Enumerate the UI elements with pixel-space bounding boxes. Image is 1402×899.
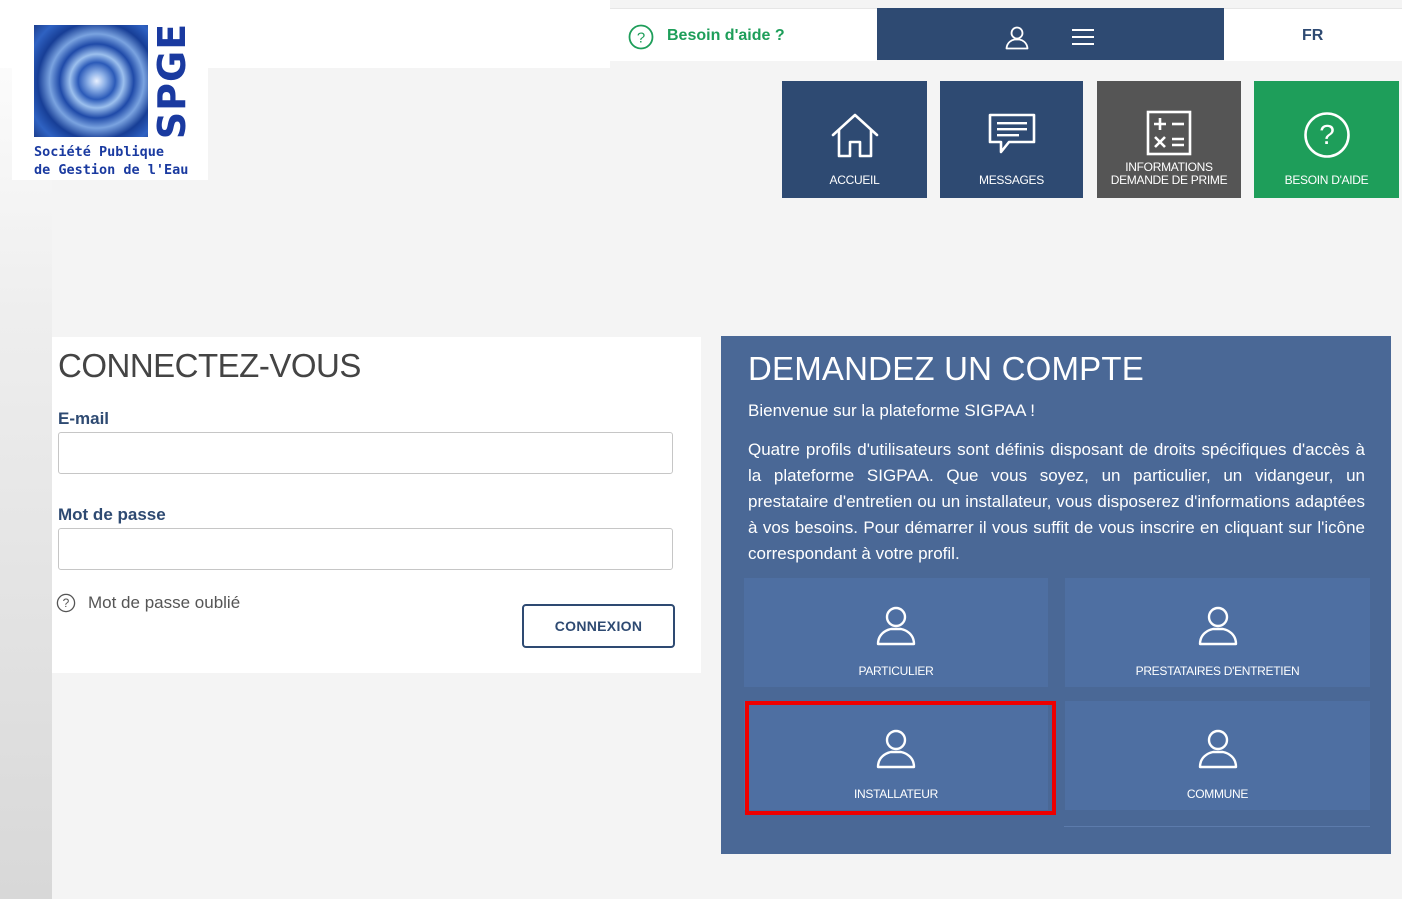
email-label: E-mail — [58, 409, 110, 428]
tile-besoin-aide[interactable]: ? BESOIN D'AIDE — [1254, 81, 1399, 198]
logo-line-1: Société Publique — [34, 144, 165, 160]
language-selector[interactable]: FR — [1224, 8, 1402, 61]
profile-commune[interactable]: COMMUNE — [1065, 701, 1370, 810]
profile-particulier[interactable]: PARTICULIER — [744, 578, 1048, 687]
user-icon — [1198, 606, 1237, 646]
help-link-label: Besoin d'aide ? — [667, 27, 785, 44]
tile-messages[interactable]: MESSAGES — [940, 81, 1083, 198]
profile-particulier-label: PARTICULIER — [858, 664, 934, 678]
svg-text:?: ? — [63, 596, 70, 610]
logo-line-2: de Gestion de l'Eau — [34, 162, 189, 178]
tile-messages-label: MESSAGES — [979, 173, 1044, 187]
logo-wordmark: SPGE — [150, 22, 194, 140]
forgot-password-label: Mot de passe oublié — [88, 593, 241, 612]
tile-accueil[interactable]: ACCUEIL — [782, 81, 927, 198]
question-circle-icon: ? — [628, 24, 654, 50]
profile-commune-label: COMMUNE — [1186, 787, 1249, 801]
question-circle-icon: ? — [56, 593, 76, 613]
home-icon — [831, 113, 878, 158]
spge-logo[interactable]: SPGE Société Publique de Gestion de l'Ea… — [12, 5, 208, 180]
welcome-text: Bienvenue sur la plateforme SIGPAA ! — [748, 401, 1035, 420]
user-icon — [1198, 729, 1237, 769]
user-icon — [876, 606, 916, 646]
email-field[interactable] — [58, 432, 673, 474]
tile-accueil-label: ACCUEIL — [829, 173, 880, 187]
request-title: DEMANDEZ UN COMPTE — [748, 350, 1144, 387]
language-label: FR — [1302, 27, 1324, 44]
user-account-icon[interactable] — [1004, 24, 1030, 50]
svg-text:?: ? — [1319, 119, 1335, 150]
installateur-highlight-box — [745, 701, 1056, 815]
calculator-icon — [1146, 110, 1192, 156]
password-label: Mot de passe — [58, 505, 166, 524]
help-icon: ? — [1303, 112, 1350, 158]
message-icon — [988, 113, 1035, 154]
profiles-description: Quatre profils d'utilisateurs sont défin… — [748, 440, 1365, 563]
connexion-button[interactable]: CONNEXION — [522, 604, 675, 648]
water-swirl-emblem — [34, 25, 148, 137]
divider — [1064, 826, 1370, 827]
tile-informations-label: INFORMATIONS DEMANDE DE PRIME — [1110, 160, 1228, 187]
help-link[interactable]: ? Besoin d'aide ? — [610, 8, 877, 61]
tile-informations-prime[interactable]: INFORMATIONS DEMANDE DE PRIME — [1097, 81, 1241, 198]
profile-prestataires-label: PRESTATAIRES D'ENTRETIEN — [1135, 664, 1300, 678]
profile-prestataires[interactable]: PRESTATAIRES D'ENTRETIEN — [1065, 578, 1370, 687]
tile-besoin-aide-label: BESOIN D'AIDE — [1284, 173, 1369, 187]
login-panel: CONNECTEZ-VOUS E-mail Mot de passe ? Mot… — [52, 337, 701, 673]
forgot-password-link[interactable]: ? Mot de passe oublié — [56, 593, 240, 613]
password-field[interactable] — [58, 528, 673, 570]
svg-text:?: ? — [637, 30, 645, 47]
login-title: CONNECTEZ-VOUS — [58, 347, 361, 384]
hamburger-menu-icon[interactable] — [1071, 27, 1095, 47]
account-bar — [877, 8, 1224, 60]
